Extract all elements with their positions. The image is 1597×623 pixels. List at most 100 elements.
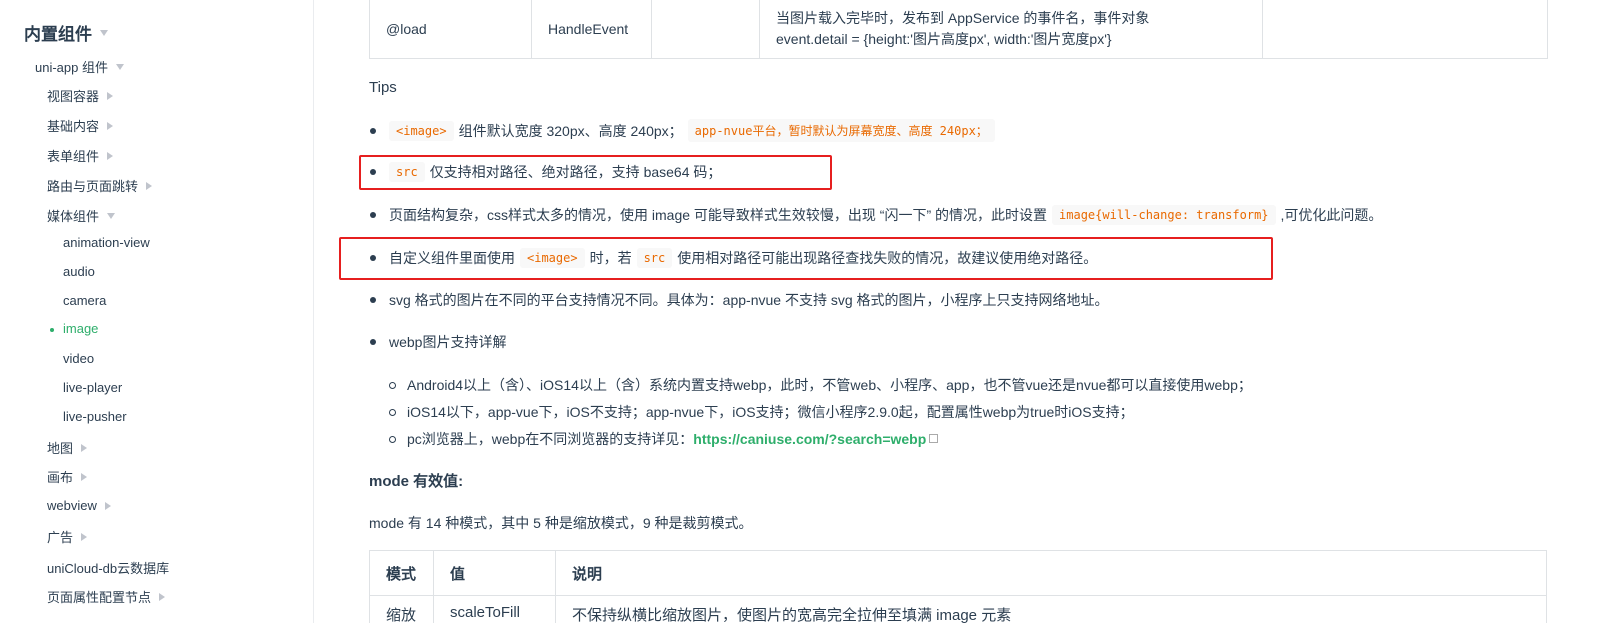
table-header-row: 模式 值 说明 bbox=[369, 550, 1547, 596]
main-content: @load HandleEvent 当图片载入完毕时，发布到 AppServic… bbox=[314, 0, 1597, 623]
mode-description: mode 有 14 种模式，其中 5 种是缩放模式，9 种是裁剪模式。 bbox=[369, 515, 753, 531]
event-desc-line: 当图片载入完毕时，发布到 AppService 的事件名，事件对象 bbox=[776, 9, 1150, 26]
sidebar-item-image[interactable]: image bbox=[63, 321, 98, 336]
bullet-icon bbox=[370, 339, 376, 345]
sidebar-item-map[interactable]: 地图 bbox=[47, 438, 88, 457]
chevron-down-icon bbox=[107, 212, 116, 219]
inline-code: <image> bbox=[389, 120, 454, 141]
sidebar-item-routing[interactable]: 路由与页面跳转 bbox=[47, 176, 153, 195]
sidebar-item-label: 视图容器 bbox=[47, 89, 100, 104]
table-row: @load HandleEvent 当图片载入完毕时，发布到 AppServic… bbox=[369, 0, 1548, 59]
list-item: <image> 组件默认宽度 320px、高度 240px； app-nvue平… bbox=[369, 119, 1000, 142]
external-link-icon bbox=[929, 433, 939, 443]
sidebar-item-label: 路由与页面跳转 bbox=[47, 179, 139, 194]
sidebar-item-label: video bbox=[63, 351, 95, 366]
chevron-right-icon bbox=[159, 592, 166, 601]
inline-code: image{will-change: transform} bbox=[1052, 205, 1276, 225]
chevron-right-icon bbox=[107, 91, 114, 100]
sidebar-item-media[interactable]: 媒体组件 bbox=[47, 206, 116, 225]
sidebar-item-label: 页面属性配置节点 bbox=[47, 590, 152, 605]
sidebar-item-label: 媒体组件 bbox=[47, 209, 100, 224]
sidebar-item-unicloud-db[interactable]: uniCloud-db云数据库 bbox=[47, 558, 169, 577]
list-item-text: 组件默认宽度 320px、高度 240px； bbox=[458, 122, 683, 139]
sidebar-item-animation-view[interactable]: animation-view bbox=[63, 235, 150, 250]
sidebar-item-label: 地图 bbox=[47, 441, 74, 456]
list-item-text: ,可优化此问题。 bbox=[1280, 207, 1383, 223]
sidebar-item-label: uni-app 组件 bbox=[35, 60, 108, 75]
chevron-down-icon bbox=[115, 63, 124, 70]
inline-code: src bbox=[389, 162, 425, 182]
sidebar-item-label: audio bbox=[63, 264, 95, 279]
sidebar-item-live-pusher[interactable]: live-pusher bbox=[63, 409, 127, 424]
sidebar-item-basic-content[interactable]: 基础内容 bbox=[47, 116, 114, 135]
list-item: webp图片支持详解 bbox=[369, 332, 506, 352]
sidebar-item-label: animation-view bbox=[63, 235, 150, 250]
list-item-text: svg 格式的图片在不同的平台支持情况不同。具体为：app-nvue 不支持 s… bbox=[389, 292, 1109, 308]
table-row: 缩放 scaleToFill 不保持纵横比缩放图片，使图片的宽高完全拉伸至填满 … bbox=[369, 595, 1547, 623]
circle-bullet-icon bbox=[389, 381, 396, 389]
chevron-right-icon bbox=[107, 151, 114, 160]
list-item-text: 使用相对路径可能出现路径查找失败的情况，故建议使用绝对路径。 bbox=[677, 250, 1098, 266]
sidebar-item-uni-app[interactable]: uni-app 组件 bbox=[35, 57, 124, 76]
sidebar-item-video[interactable]: video bbox=[63, 351, 94, 366]
sidebar-item-ad[interactable]: 广告 bbox=[47, 527, 88, 546]
bullet-icon bbox=[370, 212, 376, 218]
table-cell: scaleToFill bbox=[433, 595, 556, 623]
sidebar-item-label: 广告 bbox=[47, 530, 74, 545]
list-item: 自定义组件里面使用 <image> 时，若 src 使用相对路径可能出现路径查找… bbox=[369, 248, 1097, 268]
chevron-right-icon bbox=[81, 532, 88, 541]
active-indicator-dot bbox=[50, 328, 54, 332]
sidebar-title-label: 内置组件 bbox=[24, 25, 92, 44]
sidebar-item-view-container[interactable]: 视图容器 bbox=[47, 86, 114, 105]
inline-code: app-nvue平台，暂时默认为屏幕宽度、高度 240px； bbox=[687, 119, 995, 142]
sidebar-item-page-meta[interactable]: 页面属性配置节点 bbox=[47, 587, 166, 606]
bullet-icon bbox=[370, 169, 376, 175]
chevron-right-icon bbox=[107, 121, 114, 130]
sidebar-item-label: live-pusher bbox=[63, 409, 127, 424]
bullet-icon bbox=[370, 127, 376, 134]
tips-heading: Tips bbox=[369, 79, 397, 96]
sidebar-title[interactable]: 内置组件 bbox=[24, 20, 108, 45]
empty-cell bbox=[651, 0, 760, 59]
column-header: 模式 bbox=[369, 550, 434, 596]
chevron-right-icon bbox=[81, 443, 88, 452]
list-item-text: 页面结构复杂，css样式太多的情况，使用 image 可能导致样式生效较慢，出现… bbox=[389, 207, 1048, 223]
sidebar-item-camera[interactable]: camera bbox=[63, 293, 106, 308]
inline-code: <image> bbox=[520, 248, 585, 268]
event-table: @load HandleEvent 当图片载入完毕时，发布到 AppServic… bbox=[369, 0, 1548, 59]
sidebar-item-label: uniCloud-db云数据库 bbox=[47, 561, 170, 576]
sub-list-item: pc浏览器上，webp在不同浏览器的支持详见： https://caniuse.… bbox=[389, 429, 939, 449]
chevron-down-icon bbox=[100, 29, 108, 36]
sidebar-item-label: camera bbox=[63, 293, 107, 308]
sub-list-item: Android4以上（含）、iOS14以上（含）系统内置支持webp，此时，不管… bbox=[389, 375, 1252, 395]
sidebar-item-label: 表单组件 bbox=[47, 149, 100, 164]
sidebar-item-label: webview bbox=[47, 498, 97, 513]
circle-bullet-icon bbox=[389, 408, 396, 416]
list-item: 页面结构复杂，css样式太多的情况，使用 image 可能导致样式生效较慢，出现… bbox=[369, 205, 1382, 225]
column-header: 值 bbox=[433, 550, 556, 596]
list-item-text: 自定义组件里面使用 bbox=[389, 250, 515, 266]
event-desc-cell: 当图片载入完毕时，发布到 AppService 的事件名，事件对象 event.… bbox=[759, 0, 1263, 59]
sidebar-item-webview[interactable]: webview bbox=[47, 498, 111, 513]
caniuse-link[interactable]: https://caniuse.com/?search=webp bbox=[693, 431, 926, 447]
sub-list-item: iOS14以下，app-vue下，iOS不支持；app-nvue下，iOS支持；… bbox=[389, 402, 1134, 422]
event-name-cell: @load bbox=[369, 0, 532, 59]
event-desc-line: event.detail = {height:'图片高度px', width:'… bbox=[776, 30, 1112, 47]
event-type-cell: HandleEvent bbox=[531, 0, 652, 59]
list-item-text: 仅支持相对路径、绝对路径，支持 base64 码； bbox=[429, 164, 722, 180]
circle-bullet-icon bbox=[389, 435, 396, 443]
bullet-icon bbox=[370, 255, 376, 261]
list-item: src 仅支持相对路径、绝对路径，支持 base64 码； bbox=[369, 162, 721, 182]
sidebar-item-audio[interactable]: audio bbox=[63, 264, 95, 279]
chevron-right-icon bbox=[104, 501, 111, 510]
empty-cell bbox=[1262, 0, 1548, 59]
sidebar-item-canvas[interactable]: 画布 bbox=[47, 467, 88, 486]
sidebar-item-live-player[interactable]: live-player bbox=[63, 380, 122, 395]
list-item: svg 格式的图片在不同的平台支持情况不同。具体为：app-nvue 不支持 s… bbox=[369, 290, 1109, 310]
sidebar-item-form[interactable]: 表单组件 bbox=[47, 146, 114, 165]
sidebar-item-label: 基础内容 bbox=[47, 119, 100, 134]
sidebar-item-label: 画布 bbox=[47, 470, 74, 485]
chevron-right-icon bbox=[146, 181, 153, 190]
sidebar: 内置组件 uni-app 组件 视图容器 基础内容 表单组件 路由与页面跳转 媒… bbox=[0, 0, 314, 623]
table-cell: 缩放 bbox=[369, 595, 434, 623]
